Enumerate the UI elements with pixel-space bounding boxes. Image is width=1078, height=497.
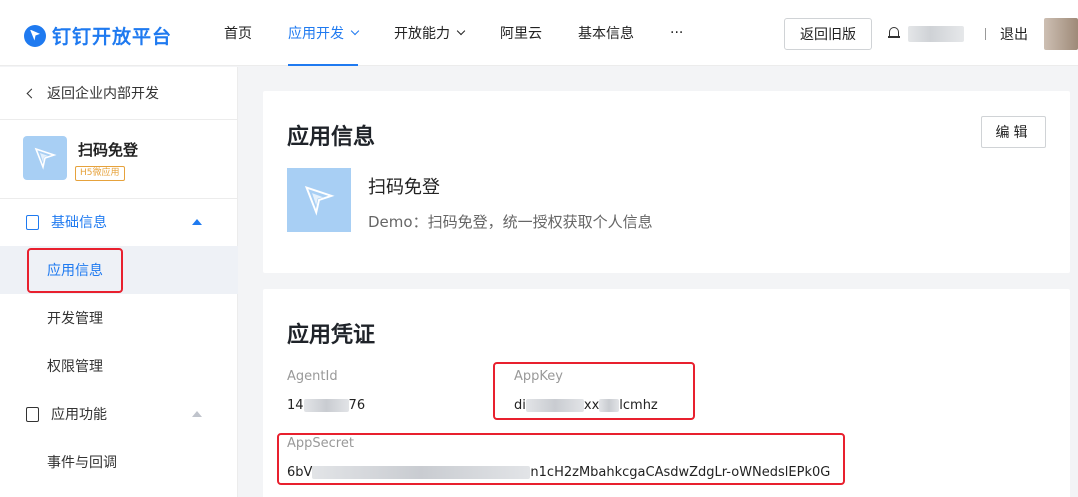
appsecret-value[interactable]: 6bV n1cH2zMbahkcgaCAsdwZdgLr-oWNedslEPk0G (287, 465, 830, 480)
app-icon-large (287, 168, 351, 232)
sidebar-app-card: 扫码免登 H5微应用 (23, 136, 138, 181)
app-logo-icon (34, 147, 57, 170)
nav-home[interactable]: 首页 (206, 0, 270, 66)
appsecret-suffix: n1cH2zMbahkcgaCAsdwZdgLr-oWNedslEPk0G (530, 465, 831, 480)
app-info-card: 应用信息 编辑 扫码免登 Demo：扫码免登，统一授权获取个人信息 (263, 91, 1070, 273)
header-divider (985, 28, 986, 40)
document-icon (26, 214, 39, 230)
nav-aliyun-label: 阿里云 (500, 26, 542, 42)
redacted-mask (599, 399, 620, 412)
sidebar-item-events-callbacks[interactable]: 事件与回调 (0, 438, 238, 486)
menu-group-label: 应用功能 (51, 407, 107, 423)
appkey-prefix: di (514, 398, 526, 413)
logo-text: 钉钉开放平台 (52, 26, 173, 48)
chevron-down-icon (456, 26, 466, 36)
redacted-mask (525, 399, 584, 412)
menu-group-app-features[interactable]: 应用功能 (0, 390, 238, 438)
appsecret-prefix: 6bV (287, 465, 313, 480)
chevron-down-icon (350, 26, 360, 36)
sidebar-item-permission[interactable]: 权限管理 (0, 342, 238, 390)
sidebar-item-label: 事件与回调 (47, 455, 117, 471)
more-icon: ··· (670, 25, 684, 41)
sidebar-app-name: 扫码免登 (78, 141, 139, 159)
username-redacted (908, 26, 964, 42)
credentials-title: 应用凭证 (287, 323, 376, 348)
redacted-mask (303, 399, 349, 412)
credentials-card: 应用凭证 AgentId 14 76 AppKey di xx lcmhz AppSe… (263, 289, 1070, 497)
appkey-value[interactable]: di xx lcmhz (514, 398, 658, 413)
agentid-prefix: 14 (287, 398, 304, 413)
appkey-suffix: lcmhz (619, 398, 658, 413)
nav-open-capability[interactable]: 开放能力 (376, 0, 482, 66)
appkey-mid: xx (583, 398, 600, 413)
collapse-arrow-icon (192, 219, 202, 225)
nav-basic-info-label: 基本信息 (578, 26, 634, 42)
divider (0, 119, 238, 120)
sidebar-item-label: 权限管理 (47, 359, 103, 375)
back-to-internal-dev-link[interactable]: 返回企业内部开发 (26, 83, 159, 103)
nav-more[interactable]: ··· (652, 0, 701, 66)
agentid-suffix: 76 (348, 398, 366, 413)
app-info-title: 应用信息 (287, 125, 376, 150)
sidebar-item-app-info[interactable]: 应用信息 (0, 246, 238, 294)
dingtalk-logo-icon (24, 24, 46, 47)
back-label: 返回企业内部开发 (47, 86, 159, 102)
sidebar-item-label: 应用信息 (47, 263, 103, 279)
edit-button[interactable]: 编辑 (981, 116, 1046, 148)
agentid-value[interactable]: 14 76 (287, 398, 365, 413)
app-icon (23, 136, 67, 180)
appkey-label: AppKey (514, 369, 563, 384)
avatar[interactable] (1044, 18, 1078, 50)
agentid-label: AgentId (287, 369, 338, 384)
nav-app-dev[interactable]: 应用开发 (270, 0, 376, 66)
appsecret-label: AppSecret (287, 436, 354, 451)
menu-group-label: 基础信息 (51, 215, 107, 231)
nav-open-capability-label: 开放能力 (394, 26, 450, 42)
app-logo-icon (304, 185, 335, 216)
app-description: Demo：扫码免登，统一授权获取个人信息 (368, 213, 653, 231)
logout-link[interactable]: 退出 (1000, 24, 1028, 44)
chevron-left-icon (26, 88, 37, 98)
top-nav: 首页 应用开发 开放能力 阿里云 基本信息 ··· (206, 0, 701, 66)
app-feature-icon (26, 406, 39, 422)
menu-group-basic-info[interactable]: 基础信息 (0, 198, 238, 246)
nav-home-label: 首页 (224, 26, 252, 42)
sidebar-item-dev-manage[interactable]: 开发管理 (0, 294, 238, 342)
platform-logo[interactable]: 钉钉开放平台 (24, 22, 172, 49)
redacted-mask (312, 466, 531, 479)
back-to-old-version-button[interactable]: 返回旧版 (784, 18, 872, 50)
sidebar: 返回企业内部开发 扫码免登 H5微应用 基础信息 应用信息 开发管理 权限管理 … (0, 67, 238, 497)
top-header: 钉钉开放平台 首页 应用开发 开放能力 阿里云 基本信息 ··· 返回旧版 退出 (0, 0, 1078, 66)
nav-app-dev-label: 应用开发 (288, 26, 344, 42)
app-type-badge: H5微应用 (75, 166, 125, 181)
nav-aliyun[interactable]: 阿里云 (482, 0, 560, 66)
collapse-arrow-icon (192, 411, 202, 417)
app-name: 扫码免登 (368, 177, 440, 198)
sidebar-item-label: 开发管理 (47, 311, 103, 327)
nav-basic-info[interactable]: 基本信息 (560, 0, 652, 66)
bell-icon[interactable] (888, 27, 900, 39)
